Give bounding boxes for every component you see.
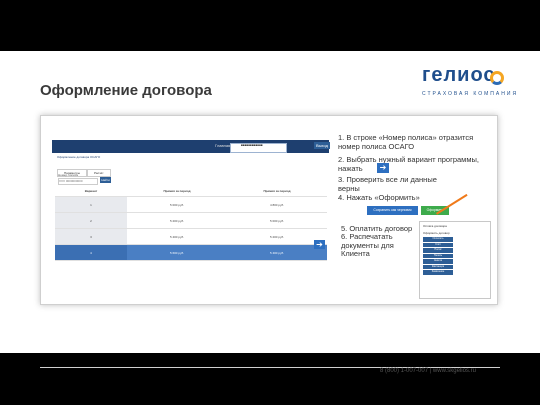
panel-header: Оплата договора [423,224,447,228]
step-1-line-1: 1. В строке «Номер полиса» отразится [338,133,474,142]
table-cell: 4 800 руб. [227,196,327,213]
table-header-row: Вариант Премия за период Премия за перио… [55,186,327,197]
table-row[interactable]: 3 5 400 руб. 5 200 руб. [55,228,327,245]
table-cell: 5 200 руб. [127,212,227,229]
panel-button[interactable]: Счёт [423,242,453,247]
table-cell: 5 000 руб. [127,196,227,213]
table-cell: 5 400 руб. [127,228,227,245]
page-title: Оформление договора [40,82,212,99]
table-cell: 5 000 руб. [227,212,327,229]
step-6-line-3: Клиента [341,249,370,259]
company-logo: гелиос СТРАХОВАЯ КОМПАНИЯ [420,64,530,102]
search-button[interactable]: Найти [100,177,111,183]
instructions-list-2: 5. Оплатить договор 6. Распечатать докум… [341,224,412,259]
panel-button[interactable]: Заявление [423,270,453,275]
user-badge: ■■■■■■■■■■■■ [230,143,287,153]
step-2-line-1: 2. Выбрать нужный вариант программы, [338,155,479,164]
panel-button[interactable]: Квитанция [423,264,453,269]
app-top-bar: Главная ■■■■■■■■■■■■ Выход [52,140,330,153]
exit-button[interactable]: Выход [314,142,330,149]
table-row-selected[interactable]: 4 5 600 руб. 5 400 руб. [55,244,327,261]
step-3-line-1: 3. Проверить все ли данные [338,175,437,184]
table-cell: 5 200 руб. [227,228,327,245]
logo-word: гелиос [422,64,496,86]
variants-table: Вариант Премия за период Премия за перио… [55,186,327,261]
panel-button[interactable]: Печать [423,253,453,258]
step-4: 4. Нажать «Оформить» [338,193,420,202]
logo-tagline: СТРАХОВАЯ КОМПАНИЯ [422,91,519,97]
panel-subheader: Оформить договор [423,231,450,235]
payment-panel: Оплата договора Оформить договор Оплатит… [419,221,491,299]
table-header-cell: Вариант [55,186,127,197]
table-row[interactable]: 2 5 200 руб. 5 000 руб. [55,212,327,229]
table-header-cell: Премия за период [227,186,327,197]
step-3-line-2: верны [338,184,360,193]
footer-contacts: 8 (800) 1-007-007 | www.skgelios.ru [380,368,476,374]
table-cell: 5 400 руб. [227,244,327,261]
next-arrow-icon[interactable]: ➔ [314,240,325,249]
arrow-right-icon: ➔ [377,163,389,173]
tab-calc[interactable]: Расчёт [87,169,111,177]
embedded-screenshot: Главная ■■■■■■■■■■■■ Выход Оформление до… [52,140,330,296]
panel-button[interactable]: Полис [423,248,453,253]
table-row[interactable]: 1 5 000 руб. 4 800 руб. [55,196,327,213]
policy-number-label: Номер полиса [58,173,78,177]
table-cell: 2 [55,212,127,229]
nav-text[interactable]: Главная [215,143,230,148]
panel-button[interactable]: Анкета [423,259,453,264]
save-draft-button[interactable]: Сохранить как черновик [367,206,418,215]
policy-number-input[interactable]: XXX 0000000000 [58,178,98,185]
table-cell: 1 [55,196,127,213]
panel-button[interactable]: Оплатить [423,237,453,242]
table-cell: 3 [55,228,127,245]
table-cell: 5 600 руб. [127,244,227,261]
table-cell: 4 [55,244,127,261]
form-header: Оформление договора ОСАГО [57,155,101,159]
table-header-cell: Премия за период [127,186,227,197]
logo-ring-icon [490,71,504,85]
step-2-line-2: нажать [338,164,363,173]
form-tabs: Параметры Расчёт [57,161,117,177]
step-1-line-2: номер полиса ОСАГО [338,142,415,151]
